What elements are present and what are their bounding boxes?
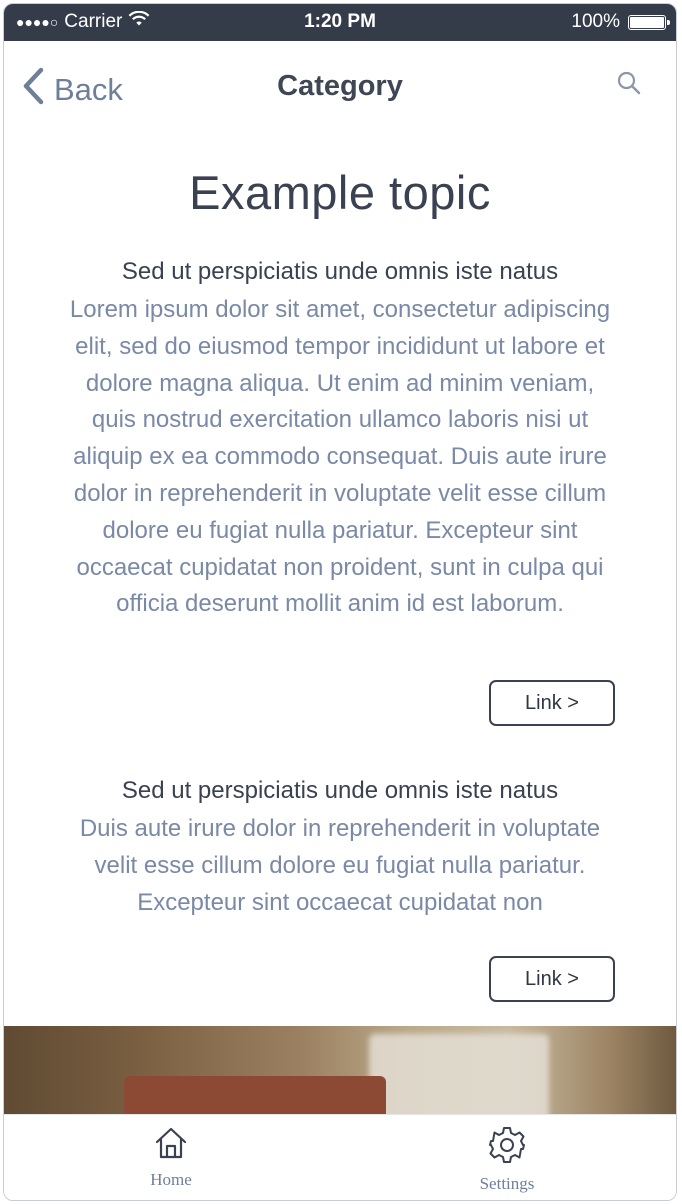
page-title: Category	[277, 70, 403, 102]
section-heading: Sed ut perspiciatis unde omnis iste natu…	[121, 777, 559, 804]
link-button[interactable]: Link >	[489, 680, 615, 726]
tab-label-settings: Settings	[479, 1174, 535, 1193]
tab-label-home: Home	[150, 1170, 192, 1189]
section-1: Sed ut perspiciatis unde omnis iste natu…	[4, 258, 676, 623]
section-heading: Sed ut perspiciatis unde omnis iste natu…	[121, 258, 559, 285]
status-bar: ●●●●○ Carrier 1:20 PM 100%	[4, 4, 676, 41]
section-2: Sed ut perspiciatis unde omnis iste natu…	[4, 777, 676, 921]
home-icon	[153, 1127, 189, 1165]
topic-title: Example topic	[189, 166, 491, 219]
tab-settings[interactable]: Settings	[437, 1125, 577, 1194]
link-button[interactable]: Link >	[489, 956, 615, 1002]
search-icon[interactable]	[616, 70, 642, 101]
navigation-bar: Back Category	[4, 41, 676, 129]
section-body: Duis aute irure dolor in reprehenderit i…	[79, 815, 601, 916]
phone-frame: ●●●●○ Carrier 1:20 PM 100% Back Category	[3, 3, 677, 1201]
gear-icon	[487, 1127, 527, 1169]
tab-home[interactable]: Home	[101, 1125, 241, 1190]
main-content: Example topic Sed ut perspiciatis unde o…	[4, 129, 676, 1002]
battery-icon	[628, 14, 670, 30]
tab-bar: Home Settings	[4, 1114, 676, 1200]
battery-percent: 100%	[571, 11, 620, 32]
banner-image	[4, 1026, 676, 1114]
status-right: 100%	[571, 11, 670, 33]
section-body: Lorem ipsum dolor sit amet, consectetur …	[69, 296, 611, 618]
